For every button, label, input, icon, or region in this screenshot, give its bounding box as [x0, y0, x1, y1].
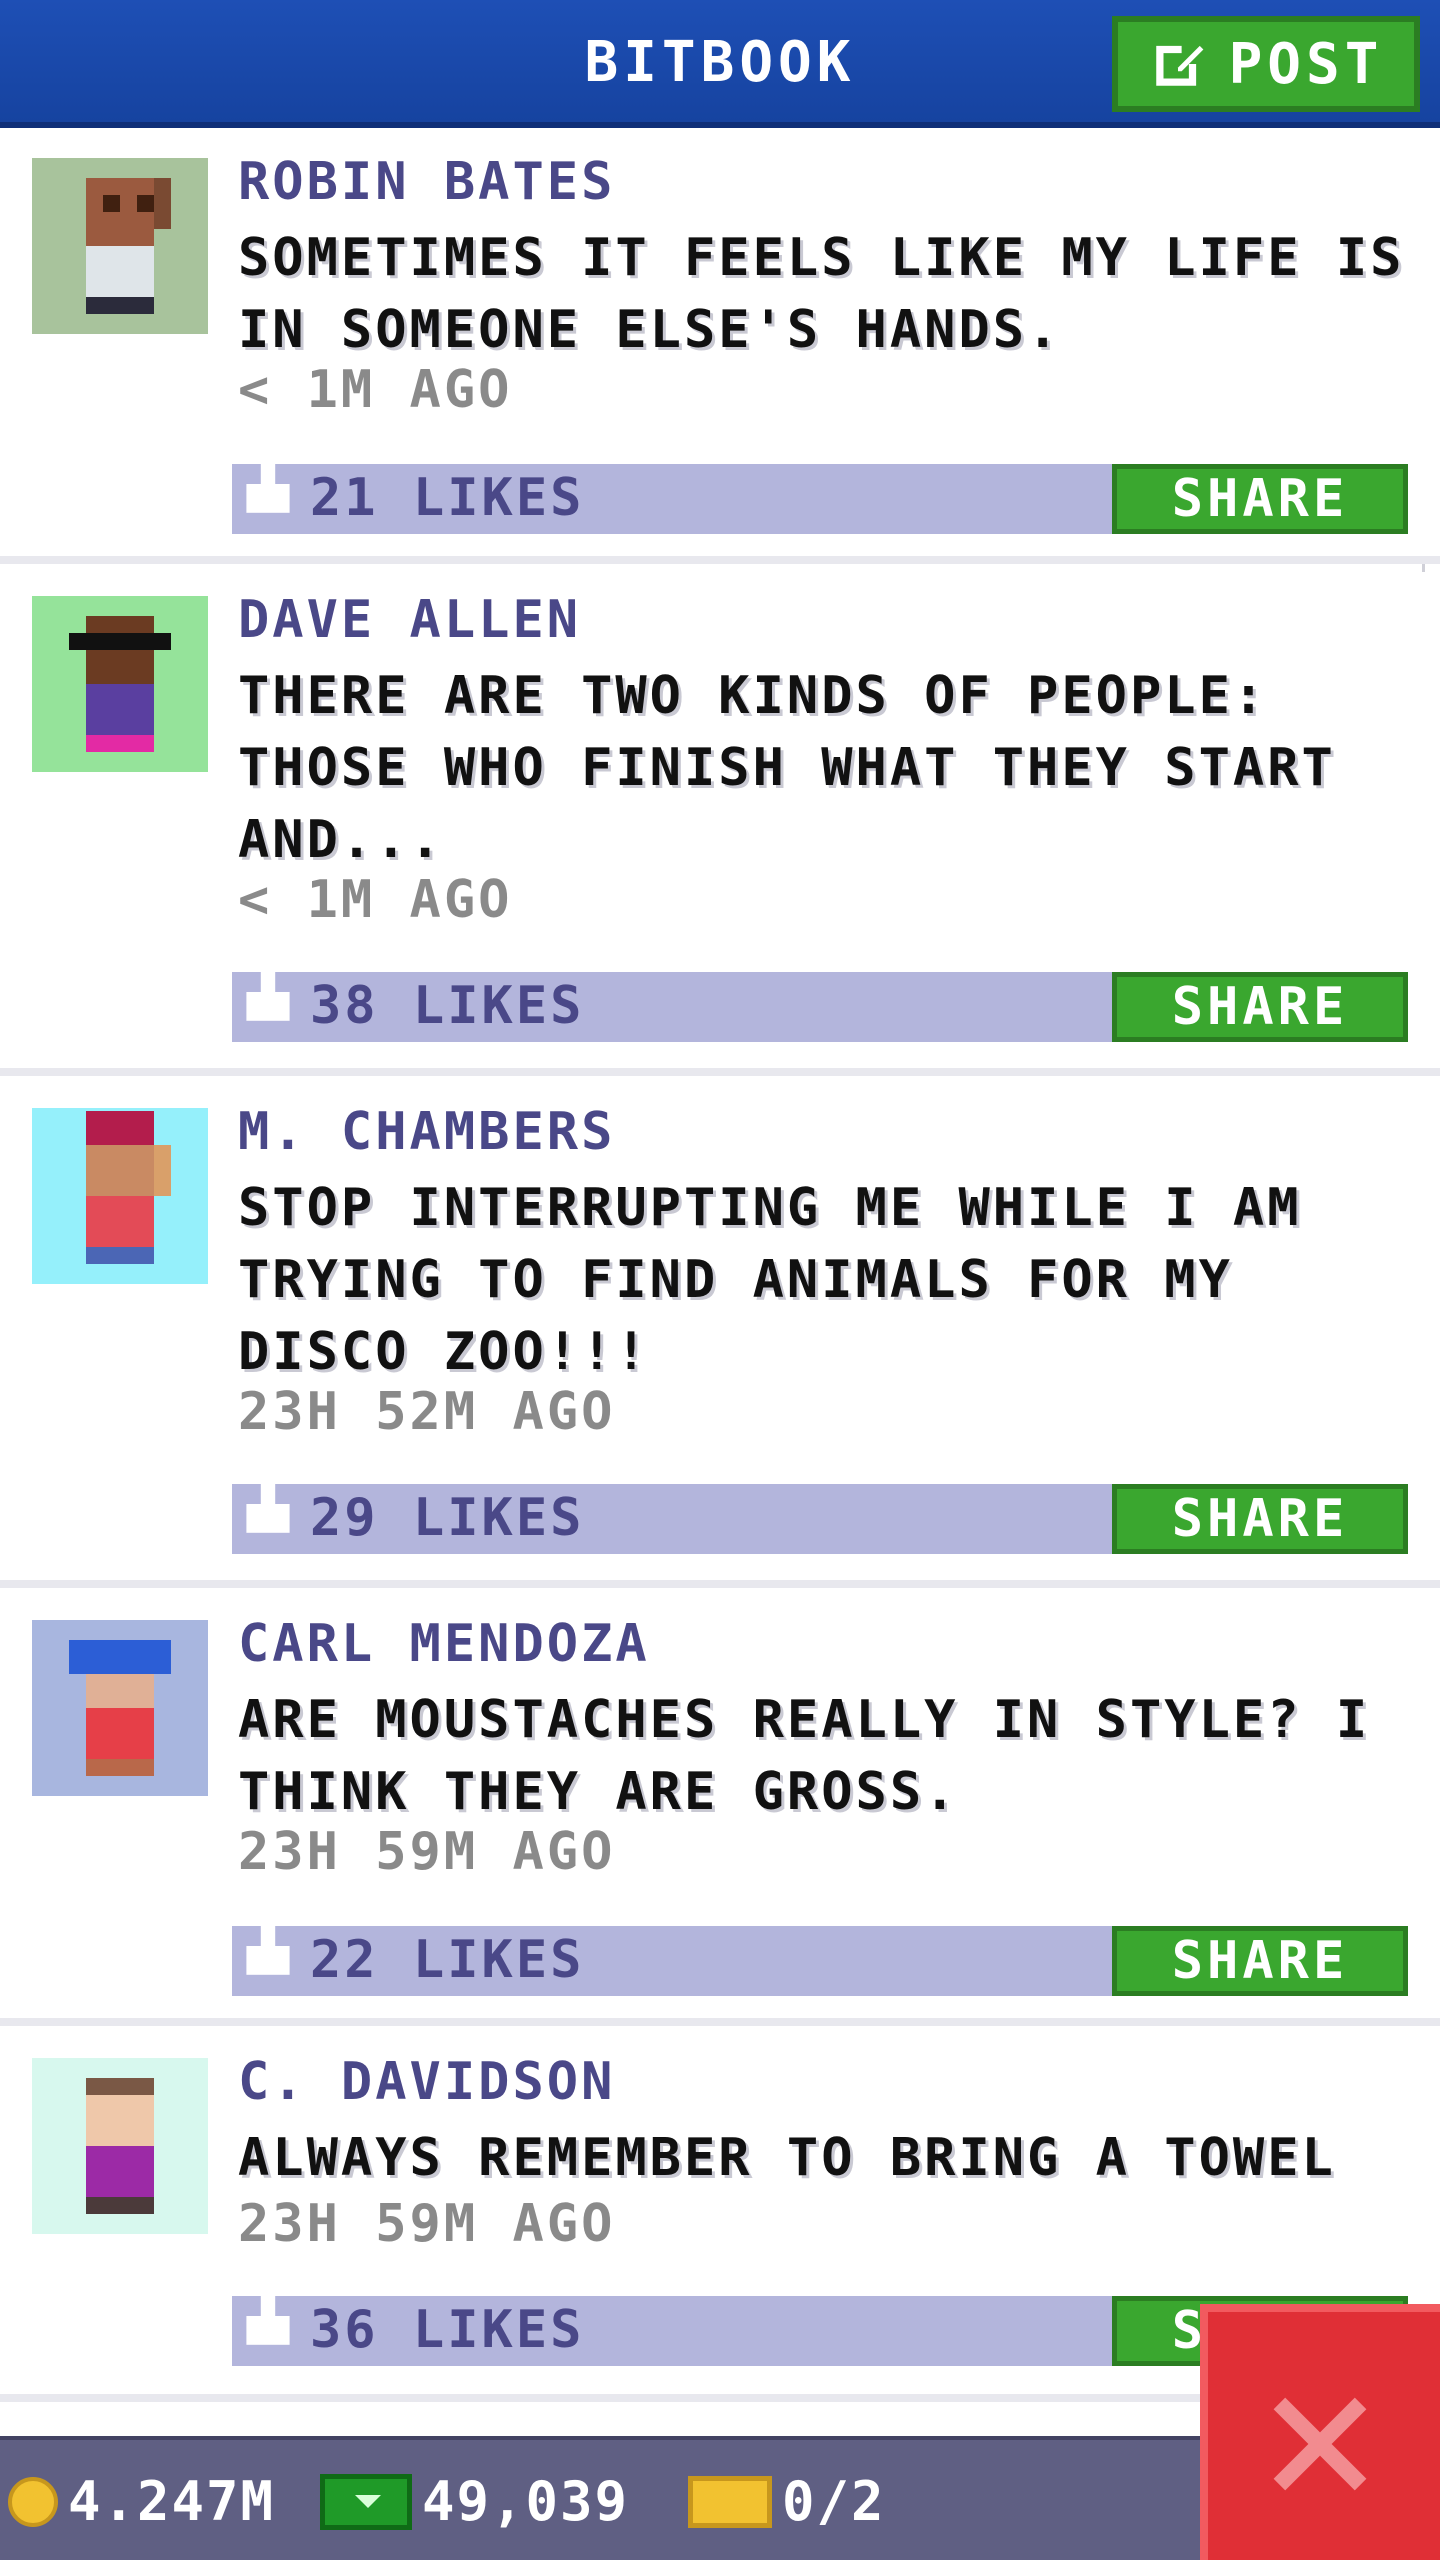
post-card: ROBIN BATES SOMETIMES IT FEELS LIKE MY L… — [0, 134, 1440, 564]
avatar[interactable] — [32, 1620, 208, 1796]
avatar-robin-bates — [86, 178, 171, 314]
post-text: THERE ARE TWO KINDS OF PEOPLE: THOSE WHO… — [238, 666, 1336, 870]
coin-icon — [8, 2476, 58, 2527]
post-time: 23H 59M AGO — [238, 2194, 616, 2254]
coin-value: 4.247M — [68, 2470, 276, 2533]
edit-icon — [1155, 45, 1203, 86]
post-text: STOP INTERRUPTING ME WHILE I AM TRYING T… — [238, 1178, 1302, 1382]
avatar[interactable] — [32, 1108, 208, 1284]
post-time: < 1M AGO — [238, 870, 513, 930]
thumbs-up-icon[interactable] — [246, 1910, 290, 1982]
avatar-c-davidson — [86, 2078, 154, 2214]
thumbs-up-icon[interactable] — [246, 956, 290, 1028]
post-text: ARE MOUSTACHES REALLY IN STYLE? I THINK … — [238, 1690, 1371, 1822]
post-time: < 1M AGO — [238, 360, 513, 420]
share-button[interactable]: SHARE — [1112, 972, 1408, 1042]
avatar[interactable] — [32, 596, 208, 772]
like-count: 21 LIKES — [310, 468, 585, 528]
post-button[interactable]: POST — [1112, 16, 1420, 112]
top-bar: BITBOOK POST — [0, 0, 1440, 128]
like-bar: 22 LIKES SHARE — [232, 1917, 1408, 1996]
ticket-icon — [688, 2475, 772, 2528]
share-button[interactable]: SHARE — [1112, 1926, 1408, 1996]
like-count: 36 LIKES — [310, 2300, 585, 2360]
post-card: M. CHAMBERS STOP INTERRUPTING ME WHILE I… — [0, 1084, 1440, 1588]
bux-value: 49,039 — [422, 2470, 630, 2533]
avatar-dave-allen — [69, 616, 171, 752]
like-bar: 29 LIKES SHARE — [232, 1475, 1408, 1554]
thumbs-up-icon[interactable] — [246, 2280, 290, 2352]
bux-icon — [320, 2473, 412, 2530]
share-button[interactable]: SHARE — [1112, 464, 1408, 534]
post-text: ALWAYS REMEMBER TO BRING A TOWEL — [238, 2128, 1336, 2188]
ticket-value: 0/2 — [782, 2470, 886, 2533]
share-button[interactable]: SHARE — [1112, 1484, 1408, 1554]
post-button-label: POST — [1228, 31, 1384, 97]
like-count: 29 LIKES — [310, 1488, 585, 1548]
avatar[interactable] — [32, 2058, 208, 2234]
post-card: CARL MENDOZA ARE MOUSTACHES REALLY IN ST… — [0, 1596, 1440, 2026]
coin-counter: 4.247M — [8, 2470, 275, 2533]
avatar[interactable] — [32, 158, 208, 334]
like-count: 38 LIKES — [310, 976, 585, 1036]
post-author[interactable]: DAVE ALLEN — [238, 590, 581, 650]
post-text: SOMETIMES IT FEELS LIKE MY LIFE IS IN SO… — [238, 228, 1405, 360]
like-bar: 38 LIKES SHARE — [232, 963, 1408, 1042]
post-card: DAVE ALLEN THERE ARE TWO KINDS OF PEOPLE… — [0, 572, 1440, 1076]
post-time: 23H 52M AGO — [238, 1382, 616, 1442]
like-bar: 21 LIKES SHARE — [232, 455, 1408, 534]
thumbs-up-icon[interactable] — [246, 1468, 290, 1540]
post-author[interactable]: ROBIN BATES — [238, 152, 615, 212]
thumbs-up-icon[interactable] — [246, 448, 290, 520]
close-icon — [1273, 2397, 1367, 2491]
post-time: 23H 59M AGO — [238, 1822, 616, 1882]
post-author[interactable]: M. CHAMBERS — [238, 1102, 615, 1162]
like-count: 22 LIKES — [310, 1930, 585, 1990]
avatar-carl-mendoza — [69, 1640, 171, 1776]
post-author[interactable]: C. DAVIDSON — [238, 2052, 615, 2112]
post-author[interactable]: CARL MENDOZA — [238, 1614, 650, 1674]
bux-counter[interactable]: 49,039 — [320, 2470, 629, 2533]
close-button[interactable] — [1200, 2304, 1440, 2560]
ticket-counter[interactable]: 0/2 — [688, 2470, 886, 2533]
avatar-m-chambers — [86, 1111, 171, 1264]
